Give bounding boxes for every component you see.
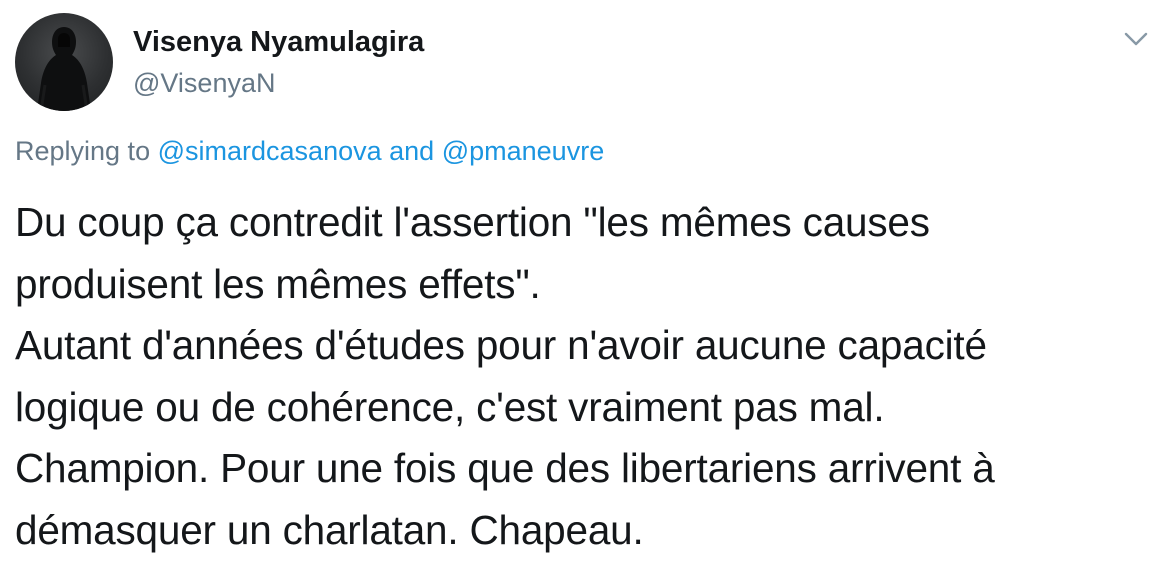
replying-to-line: Replying to @simardcasanova and @pmaneuv… — [15, 136, 604, 167]
replying-to-label: Replying to — [15, 136, 151, 166]
tweet-text: Du coup ça contredit l'assertion "les mê… — [15, 192, 1155, 561]
reply-mention-simardcasanova[interactable]: @simardcasanova — [158, 136, 382, 166]
tweet-text-line: logique ou de cohérence, c'est vraiment … — [15, 383, 885, 430]
author-handle[interactable]: @VisenyaN — [133, 68, 275, 99]
tweet-card: Visenya Nyamulagira @VisenyaN Replying t… — [0, 0, 1170, 562]
reply-conjunction[interactable]: and — [389, 136, 434, 166]
reply-mention-pmaneuvre[interactable]: @pmaneuvre — [442, 136, 605, 166]
hooded-figure-avatar-icon — [37, 27, 91, 111]
tweet-text-line: produisent les mêmes effets". — [15, 260, 541, 307]
tweet-text-line: Du coup ça contredit l'assertion "les mê… — [15, 199, 930, 245]
tweet-text-line: Autant d'années d'études pour n'avoir au… — [15, 322, 987, 368]
tweet-text-line: Champion. Pour une fois que des libertar… — [15, 445, 995, 491]
author-display-name[interactable]: Visenya Nyamulagira — [133, 26, 424, 59]
tweet-text-line: démasquer un charlatan. Chapeau. — [15, 506, 644, 553]
chevron-down-icon[interactable] — [1122, 27, 1150, 51]
avatar[interactable] — [15, 13, 113, 111]
